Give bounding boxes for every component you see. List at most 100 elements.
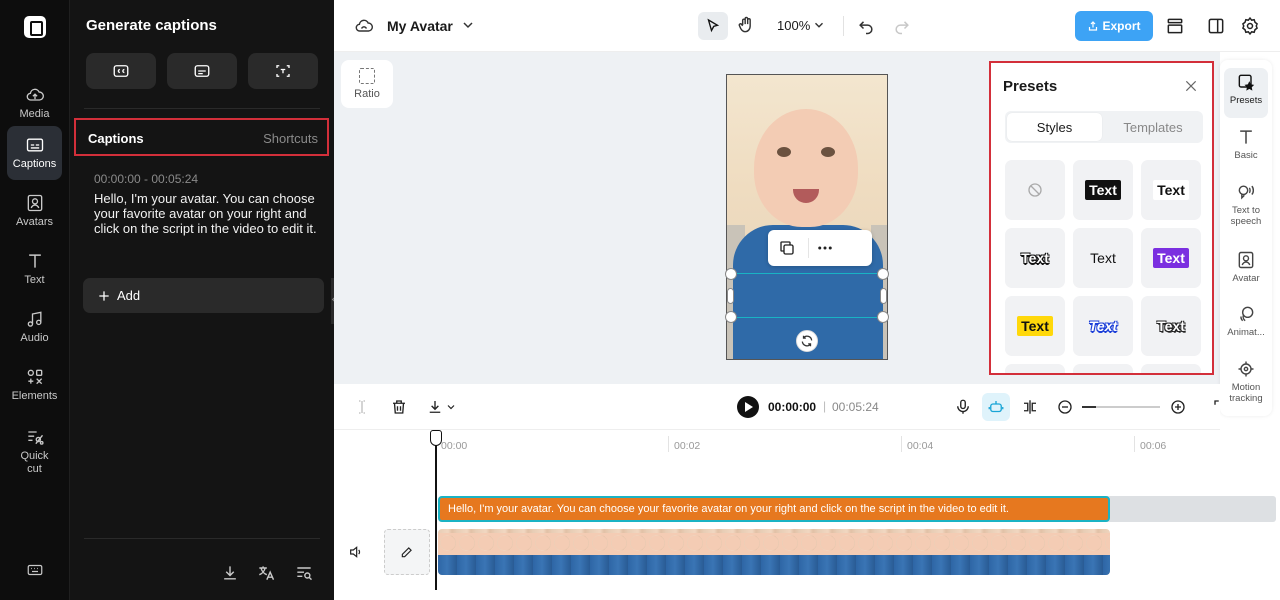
download-icon[interactable] — [425, 397, 445, 417]
right-rail-avatar[interactable]: Avatar — [1220, 250, 1272, 284]
add-caption-button[interactable]: Add — [83, 278, 324, 313]
rail-item-label: Text — [24, 274, 45, 286]
rail-item-text[interactable]: Text — [7, 242, 62, 296]
caption-selection-box[interactable] — [731, 273, 883, 318]
settings-gear-icon[interactable] — [1240, 16, 1260, 36]
rail-item-label: Avatars — [15, 216, 54, 228]
preset-tile[interactable] — [1073, 364, 1133, 373]
scan-captions-button[interactable] — [248, 53, 318, 89]
rotate-icon — [801, 335, 813, 347]
tab-templates[interactable]: Templates — [1105, 113, 1201, 141]
split-screen-icon[interactable] — [1020, 397, 1040, 417]
toolbar-divider — [843, 16, 844, 36]
undo-icon[interactable] — [856, 16, 876, 36]
resize-handle[interactable] — [725, 268, 737, 280]
rail-item-elements[interactable]: Elements — [7, 358, 62, 412]
no-style-icon — [1028, 183, 1042, 197]
avatar-icon — [1238, 251, 1254, 269]
tab-captions[interactable]: Captions — [88, 131, 144, 146]
rail-item-label: Elements — [11, 390, 58, 402]
video-clip[interactable] — [438, 529, 1110, 575]
export-button[interactable]: Export — [1075, 11, 1153, 41]
zoom-out-icon[interactable] — [1055, 397, 1075, 417]
right-rail-presets[interactable]: Presets — [1220, 68, 1272, 118]
project-name[interactable]: My Avatar — [387, 18, 453, 34]
edit-clip-button[interactable] — [384, 529, 430, 575]
preset-tile[interactable] — [1141, 364, 1201, 373]
redo-icon[interactable] — [892, 16, 912, 36]
tab-shortcuts[interactable]: Shortcuts — [263, 131, 318, 146]
rail-item-media[interactable]: Media — [7, 76, 62, 130]
resize-handle[interactable] — [727, 288, 734, 304]
ruler-label: 00:02 — [674, 440, 701, 452]
close-icon[interactable] — [1184, 79, 1198, 93]
timeline-tracks[interactable]: 00:00 00:02 00:04 00:06 Hello, I'm your … — [334, 430, 1280, 600]
right-rail-text-to-speech[interactable]: Text to speech — [1220, 182, 1272, 227]
preset-text: Text — [1090, 250, 1116, 266]
rotate-button[interactable] — [796, 330, 818, 352]
stack-layers-icon[interactable] — [1165, 16, 1185, 36]
auto-captions-button[interactable] — [86, 53, 156, 89]
caption-text[interactable]: Hello, I'm your avatar. You can choose y… — [94, 191, 322, 236]
playhead[interactable] — [435, 430, 437, 590]
zoom-chevron-down-icon[interactable] — [812, 18, 826, 32]
ratio-button[interactable]: Ratio — [341, 60, 393, 108]
speaker-icon[interactable] — [348, 544, 364, 560]
right-rail-label: Animat... — [1227, 327, 1265, 338]
preset-white-box[interactable]: Text — [1141, 160, 1201, 220]
elements-icon — [27, 369, 42, 385]
microphone-icon[interactable] — [953, 397, 973, 417]
preset-text: Text — [1017, 316, 1053, 336]
app-logo-icon[interactable] — [24, 16, 46, 38]
preset-outline[interactable]: Text — [1005, 228, 1065, 288]
resize-handle[interactable] — [877, 311, 889, 323]
play-button[interactable] — [737, 396, 759, 418]
tab-styles[interactable]: Styles — [1007, 113, 1102, 141]
video-avatar-eye — [821, 147, 835, 157]
resize-handle[interactable] — [877, 268, 889, 280]
translate-icon[interactable] — [256, 563, 276, 583]
playhead-handle[interactable] — [430, 430, 442, 446]
right-rail-motion-tracking[interactable]: Motion tracking — [1220, 359, 1272, 404]
zoom-level[interactable]: 100% — [777, 18, 810, 33]
manual-captions-button[interactable] — [167, 53, 237, 89]
preset-none[interactable] — [1005, 160, 1065, 220]
preset-purple-box[interactable]: Text — [1141, 228, 1201, 288]
split-icon[interactable] — [352, 397, 372, 417]
rail-item-quick-cut[interactable]: Quick cut — [7, 420, 62, 482]
rail-item-captions[interactable]: Captions — [7, 126, 62, 180]
select-tool-button[interactable] — [698, 12, 728, 40]
captions-panel: Generate captions Captions Shortcuts 00:… — [70, 0, 334, 600]
export-icon — [1089, 21, 1098, 31]
resize-handle[interactable] — [725, 311, 737, 323]
preset-yellow-box[interactable]: Text — [1005, 296, 1065, 356]
search-list-icon[interactable] — [294, 563, 314, 583]
rail-item-avatars[interactable]: Avatars — [7, 184, 62, 238]
duplicate-icon[interactable] — [778, 239, 796, 257]
right-rail-animation[interactable]: Animat... — [1220, 304, 1272, 338]
ai-assist-button[interactable] — [982, 393, 1010, 421]
preset-plain[interactable]: Text — [1073, 228, 1133, 288]
panel-layout-icon[interactable] — [1206, 16, 1226, 36]
right-rail-basic[interactable]: Basic — [1220, 127, 1272, 161]
fit-timeline-icon[interactable] — [1212, 397, 1220, 417]
timeline-zoom-slider[interactable] — [1082, 406, 1160, 408]
caption-clip[interactable]: Hello, I'm your avatar. You can choose y… — [438, 496, 1110, 522]
preset-tile[interactable] — [1005, 364, 1065, 373]
rail-item-audio[interactable]: Audio — [7, 300, 62, 354]
ruler-tick — [901, 436, 902, 452]
preset-blue-outline[interactable]: Text — [1073, 296, 1133, 356]
download-icon[interactable] — [220, 563, 240, 583]
more-options-icon[interactable] — [816, 239, 834, 257]
preset-black-box[interactable]: Text — [1073, 160, 1133, 220]
delete-icon[interactable] — [389, 397, 409, 417]
zoom-in-icon[interactable] — [1168, 397, 1188, 417]
cloud-save-icon[interactable] — [354, 16, 374, 36]
download-chevron-down-icon[interactable] — [444, 397, 458, 417]
ratio-icon — [359, 68, 375, 84]
project-chevron-down-icon[interactable] — [460, 17, 476, 33]
keyboard-icon[interactable] — [26, 561, 44, 579]
preset-dark-outline[interactable]: Text — [1141, 296, 1201, 356]
hand-tool-icon[interactable] — [736, 15, 756, 35]
resize-handle[interactable] — [880, 288, 887, 304]
